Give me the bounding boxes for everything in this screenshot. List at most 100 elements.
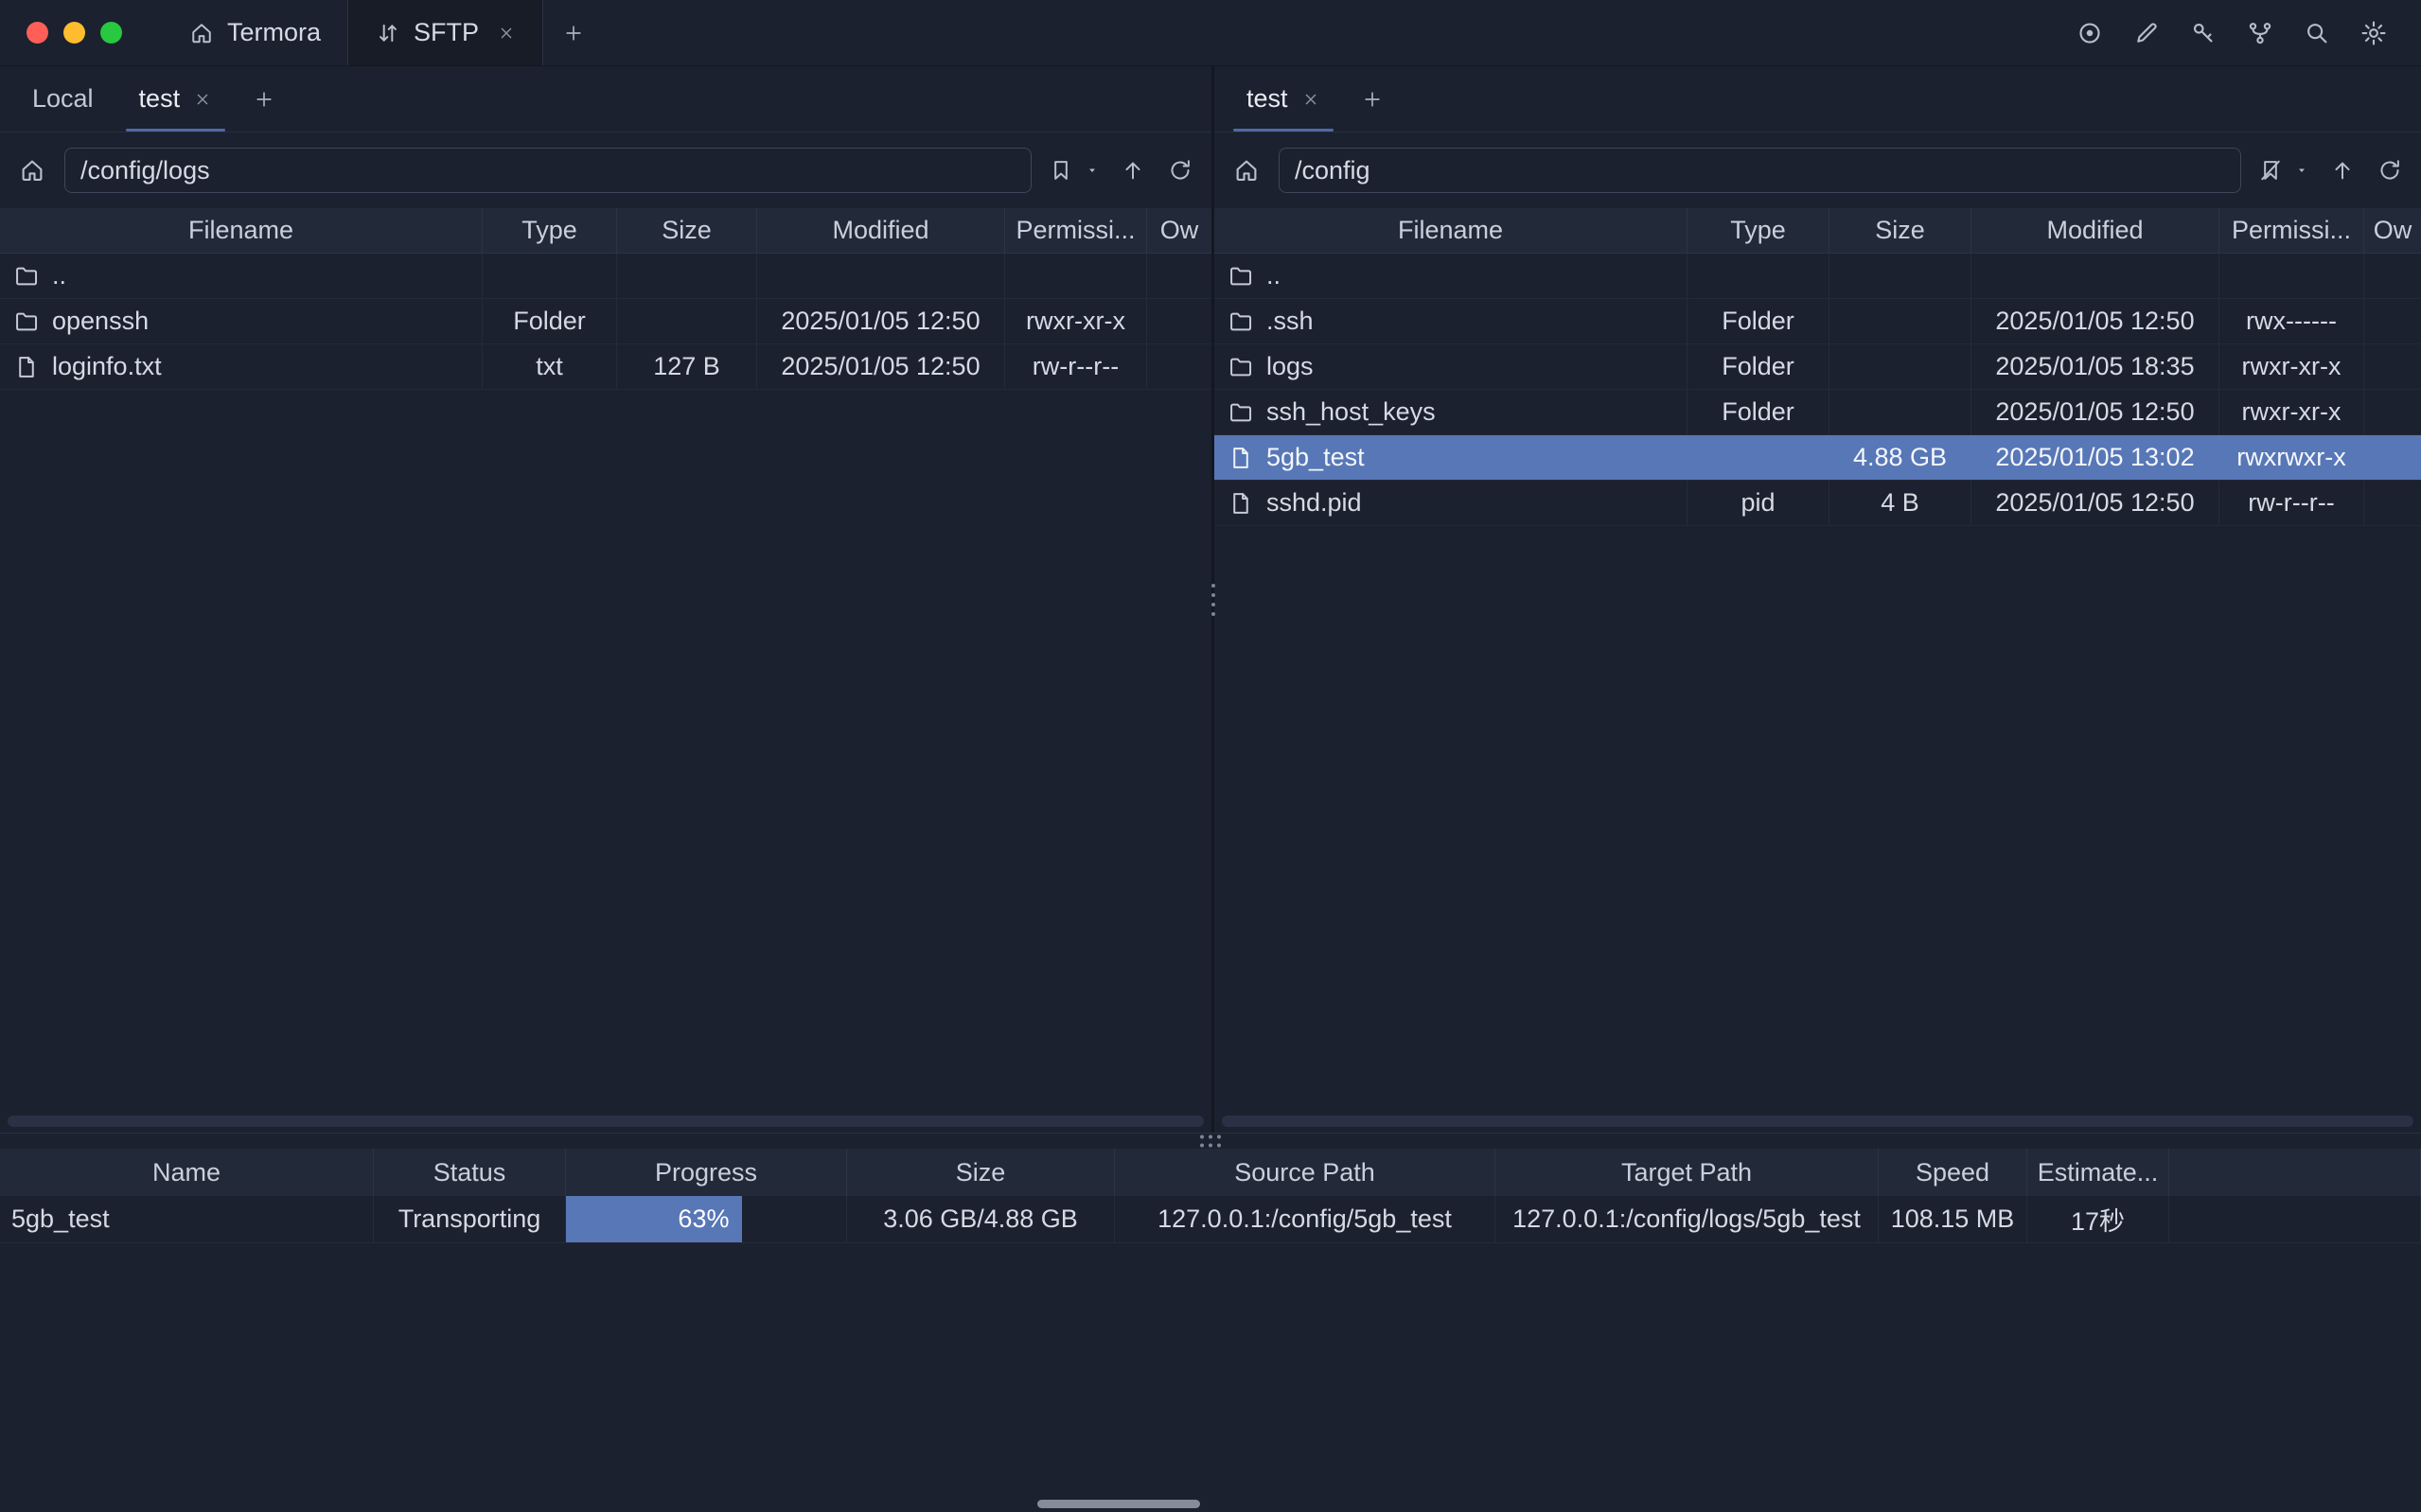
- sftp-panes: Local test Filenam: [0, 66, 2421, 1134]
- column-size[interactable]: Size: [847, 1149, 1115, 1196]
- close-tab-icon[interactable]: [1301, 90, 1320, 109]
- file-name: ..: [52, 261, 66, 290]
- left-pathbar: [0, 132, 1211, 208]
- column-owner[interactable]: Ow: [2364, 208, 2421, 253]
- tab-local-label: Local: [32, 84, 94, 114]
- file-type: [1688, 435, 1829, 480]
- file-size: 127 B: [617, 344, 757, 389]
- file-permissions: [2219, 254, 2364, 298]
- tab-test-right[interactable]: test: [1224, 66, 1343, 132]
- close-window-button[interactable]: [27, 22, 48, 44]
- home-icon: [188, 20, 215, 46]
- column-filename[interactable]: Filename: [0, 208, 483, 253]
- right-pathbar: [1214, 132, 2421, 208]
- edit-icon[interactable]: [2128, 14, 2165, 52]
- file-modified: 2025/01/05 18:35: [1971, 344, 2219, 389]
- column-size[interactable]: Size: [1829, 208, 1971, 253]
- key-icon[interactable]: [2184, 14, 2222, 52]
- bookmark-button[interactable]: [1043, 149, 1104, 191]
- table-row[interactable]: .ssh Folder 2025/01/05 12:50 rwx------: [1214, 299, 2421, 344]
- tab-termora[interactable]: Termora: [162, 0, 347, 65]
- table-row[interactable]: sshd.pid pid 4 B 2025/01/05 12:50 rw-r--…: [1214, 481, 2421, 526]
- right-path-input[interactable]: [1279, 148, 2241, 193]
- traffic-lights: [0, 0, 162, 65]
- table-row[interactable]: loginfo.txt txt 127 B 2025/01/05 12:50 r…: [0, 344, 1211, 390]
- column-type[interactable]: Type: [1688, 208, 1829, 253]
- column-permissions[interactable]: Permissi...: [1005, 208, 1147, 253]
- parent-directory-button[interactable]: [2324, 149, 2360, 191]
- table-row[interactable]: logs Folder 2025/01/05 18:35 rwxr-xr-x: [1214, 344, 2421, 390]
- branch-icon[interactable]: [2241, 14, 2279, 52]
- parent-directory-button[interactable]: [1115, 149, 1151, 191]
- column-estimate[interactable]: Estimate...: [2027, 1149, 2169, 1196]
- transfer-speed: 108.15 MB: [1879, 1196, 2027, 1242]
- bookmark-button[interactable]: [2253, 149, 2313, 191]
- left-pane: Local test Filenam: [0, 66, 1211, 1133]
- file-owner: [2364, 390, 2421, 434]
- transfer-row[interactable]: 5gb_test Transporting 63% 3.06 GB/4.88 G…: [0, 1196, 2421, 1243]
- table-row[interactable]: ssh_host_keys Folder 2025/01/05 12:50 rw…: [1214, 390, 2421, 435]
- table-row-selected[interactable]: 5gb_test 4.88 GB 2025/01/05 13:02 rwxrwx…: [1214, 435, 2421, 481]
- refresh-icon[interactable]: [2372, 149, 2408, 191]
- bottom-scrollbar-thumb[interactable]: [1037, 1500, 1200, 1508]
- search-icon[interactable]: [2298, 14, 2336, 52]
- home-icon[interactable]: [1226, 149, 1267, 191]
- file-size: [1829, 254, 1971, 298]
- column-permissions[interactable]: Permissi...: [2219, 208, 2364, 253]
- column-modified[interactable]: Modified: [757, 208, 1005, 253]
- close-tab-icon[interactable]: [497, 24, 516, 43]
- titlebar: Termora SFTP: [0, 0, 2421, 66]
- column-speed[interactable]: Speed: [1879, 1149, 2027, 1196]
- transfers-splitter[interactable]: [0, 1134, 2421, 1149]
- column-owner[interactable]: Ow: [1147, 208, 1211, 253]
- folder-icon: [13, 263, 40, 290]
- horizontal-scrollbar[interactable]: [8, 1116, 1204, 1127]
- table-row[interactable]: openssh Folder 2025/01/05 12:50 rwxr-xr-…: [0, 299, 1211, 344]
- zoom-window-button[interactable]: [100, 22, 122, 44]
- tab-local[interactable]: Local: [9, 66, 116, 132]
- file-type: Folder: [483, 299, 617, 343]
- transfer-estimate: 17秒: [2027, 1196, 2169, 1242]
- close-tab-icon[interactable]: [193, 90, 212, 109]
- column-modified[interactable]: Modified: [1971, 208, 2219, 253]
- progress-label: 63%: [678, 1204, 729, 1234]
- new-window-tab-button[interactable]: [543, 0, 604, 65]
- file-owner: [1147, 299, 1211, 343]
- file-size: [617, 254, 757, 298]
- left-pane-tabs: Local test: [0, 66, 1211, 132]
- column-status[interactable]: Status: [374, 1149, 566, 1196]
- settings-icon[interactable]: [2355, 14, 2393, 52]
- column-target-path[interactable]: Target Path: [1495, 1149, 1879, 1196]
- file-permissions: rw-r--r--: [1005, 344, 1147, 389]
- add-tab-button[interactable]: [1343, 66, 1402, 132]
- column-filename[interactable]: Filename: [1214, 208, 1688, 253]
- caret-down-icon[interactable]: [2290, 149, 2313, 191]
- record-icon[interactable]: [2071, 14, 2109, 52]
- left-path-input[interactable]: [64, 148, 1032, 193]
- refresh-icon[interactable]: [1162, 149, 1198, 191]
- column-filler: [2169, 1149, 2421, 1196]
- file-name: ..: [1266, 261, 1281, 290]
- column-type[interactable]: Type: [483, 208, 617, 253]
- column-size[interactable]: Size: [617, 208, 757, 253]
- table-row[interactable]: ..: [1214, 254, 2421, 299]
- minimize-window-button[interactable]: [63, 22, 85, 44]
- file-permissions: rw-r--r--: [2219, 481, 2364, 525]
- file-type: Folder: [1688, 344, 1829, 389]
- column-progress[interactable]: Progress: [566, 1149, 847, 1196]
- file-icon: [13, 354, 40, 380]
- caret-down-icon[interactable]: [1081, 149, 1104, 191]
- file-permissions: rwxrwxr-x: [2219, 435, 2364, 480]
- file-name: loginfo.txt: [52, 352, 162, 381]
- column-name[interactable]: Name: [0, 1149, 374, 1196]
- tab-sftp[interactable]: SFTP: [347, 0, 543, 65]
- add-tab-button[interactable]: [235, 66, 293, 132]
- table-row[interactable]: ..: [0, 254, 1211, 299]
- column-source-path[interactable]: Source Path: [1115, 1149, 1495, 1196]
- file-owner: [2364, 254, 2421, 298]
- right-pane: test Filename Type Size: [1214, 66, 2421, 1133]
- tab-test-left[interactable]: test: [116, 66, 236, 132]
- file-icon: [1228, 490, 1254, 517]
- home-icon[interactable]: [11, 149, 53, 191]
- horizontal-scrollbar[interactable]: [1222, 1116, 2413, 1127]
